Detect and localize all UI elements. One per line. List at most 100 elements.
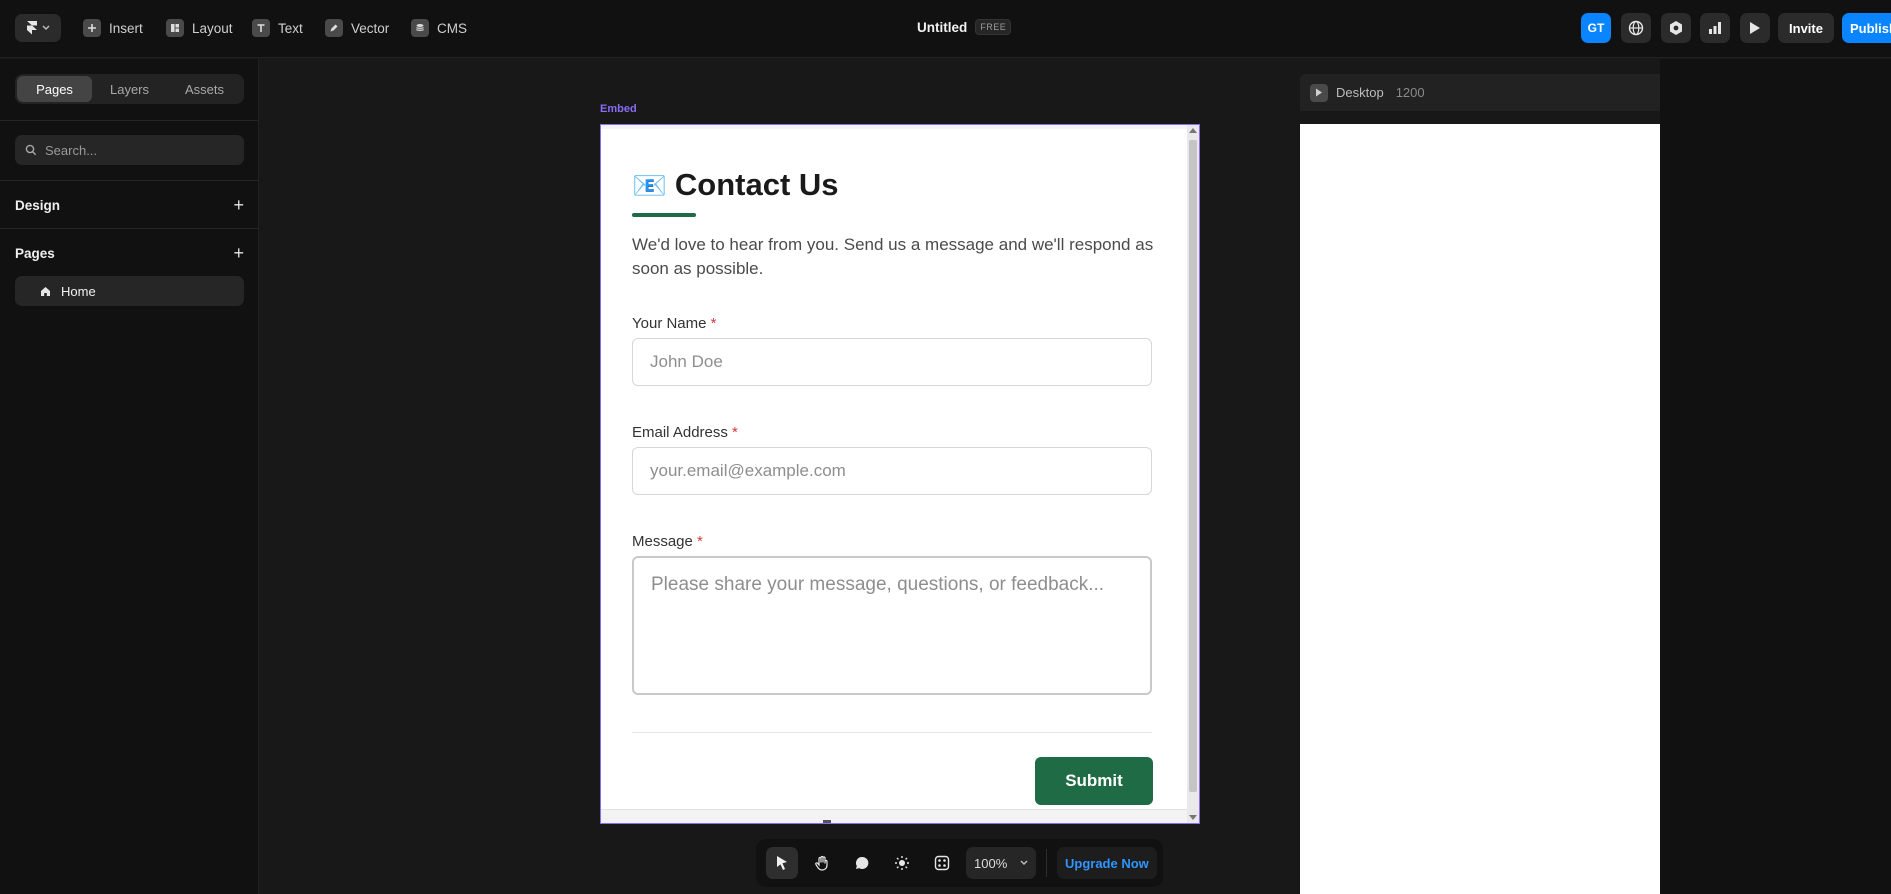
text-button[interactable]: Text: [252, 14, 303, 42]
tab-pages[interactable]: Pages: [17, 76, 92, 102]
page-item-home[interactable]: Home: [15, 276, 244, 306]
divider: [0, 228, 259, 229]
cms-button[interactable]: CMS: [411, 14, 467, 42]
comment-tool-button[interactable]: [846, 847, 878, 879]
message-textarea[interactable]: Please share your message, questions, or…: [632, 556, 1152, 695]
insert-button[interactable]: Insert: [83, 14, 143, 42]
database-icon: [411, 19, 429, 37]
email-field-label: Email Address *: [632, 424, 738, 441]
preview-button[interactable]: [1740, 13, 1770, 43]
search-placeholder: Search...: [45, 142, 98, 158]
search-input[interactable]: Search...: [15, 135, 244, 165]
embed-scrollbar[interactable]: [1187, 125, 1199, 823]
publish-button[interactable]: Publish: [1842, 13, 1891, 43]
project-name: Untitled: [917, 19, 968, 35]
scroll-up-icon[interactable]: [1189, 128, 1197, 133]
sidebar-tabs: Pages Layers Assets: [15, 74, 244, 104]
analytics-button[interactable]: [1700, 13, 1730, 43]
form-title: Contact Us: [674, 167, 839, 202]
title-underline: [632, 213, 696, 217]
desktop-breakpoint-bar[interactable]: Desktop 1200: [1300, 74, 1660, 111]
chevron-down-icon: [42, 25, 50, 31]
toolbar-divider: [1046, 849, 1047, 877]
name-input[interactable]: John Doe: [632, 338, 1152, 386]
sun-icon: [895, 856, 909, 870]
form-description: We'd love to hear from you. Send us a me…: [632, 235, 1154, 278]
divider: [0, 120, 259, 121]
embed-frame-label[interactable]: Embed: [600, 103, 637, 115]
layout-icon: [166, 19, 184, 37]
text-label: Text: [278, 20, 303, 36]
invite-button[interactable]: Invite: [1778, 13, 1834, 43]
text-icon: [252, 19, 270, 37]
email-emoji-icon: 📧: [632, 169, 667, 201]
name-label-text: Your Name: [632, 315, 707, 332]
top-bar: Insert Layout Text Vector CMS Untitled F…: [0, 0, 1891, 58]
insert-label: Insert: [109, 20, 143, 36]
chevron-down-icon: [1020, 860, 1028, 866]
breakpoint-width: 1200: [1395, 85, 1425, 100]
right-panel-background: [1660, 59, 1891, 894]
comment-icon: [855, 856, 869, 869]
zoom-select[interactable]: 100%: [966, 847, 1036, 879]
plan-badge: FREE: [975, 19, 1012, 35]
vector-label: Vector: [351, 20, 390, 36]
vector-button[interactable]: Vector: [325, 14, 389, 42]
form-divider: [632, 732, 1152, 733]
add-design-icon[interactable]: +: [233, 196, 244, 214]
email-placeholder: your.email@example.com: [650, 461, 846, 480]
components-button[interactable]: [926, 847, 958, 879]
scroll-down-icon[interactable]: [1189, 815, 1197, 820]
name-placeholder: John Doe: [650, 352, 723, 371]
form-heading: 📧 Contact Us: [632, 167, 839, 203]
required-mark: *: [732, 424, 738, 441]
required-mark: *: [710, 315, 717, 332]
upgrade-now-button[interactable]: Upgrade Now: [1057, 847, 1157, 879]
gear-icon: [1670, 21, 1682, 35]
footer-icon: [823, 820, 831, 823]
name-field-label: Your Name *: [632, 315, 717, 332]
tab-layers[interactable]: Layers: [92, 76, 167, 102]
divider: [0, 180, 259, 181]
email-input[interactable]: your.email@example.com: [632, 447, 1152, 495]
message-label-text: Message: [632, 533, 693, 550]
embed-footer-strip: [601, 809, 1187, 823]
required-mark: *: [697, 533, 703, 550]
email-label-text: Email Address: [632, 424, 728, 441]
desktop-preview-frame[interactable]: [1300, 124, 1660, 894]
cursor-icon: [777, 856, 787, 870]
play-icon: [1750, 22, 1760, 34]
app-menu-button[interactable]: [15, 14, 61, 42]
design-section-header: Design +: [15, 196, 244, 214]
contact-form-card: 📧 Contact Us We'd love to hear from you.…: [601, 129, 1187, 809]
zoom-value: 100%: [974, 855, 1008, 871]
globe-button[interactable]: [1621, 13, 1651, 43]
hand-icon: [815, 855, 828, 871]
play-icon[interactable]: [1310, 83, 1328, 102]
bottom-toolbar: 100% Upgrade Now: [756, 839, 1163, 887]
message-placeholder: Please share your message, questions, or…: [651, 574, 1105, 595]
design-label: Design: [15, 197, 61, 213]
grid-icon: [934, 855, 950, 871]
layout-label: Layout: [192, 20, 233, 36]
user-avatar[interactable]: GT: [1581, 13, 1611, 43]
pages-section-header: Pages +: [15, 244, 244, 262]
embed-frame[interactable]: 📧 Contact Us We'd love to hear from you.…: [600, 124, 1200, 824]
globe-icon: [1628, 20, 1644, 36]
pen-icon: [325, 19, 343, 37]
theme-toggle-button[interactable]: [886, 847, 918, 879]
plus-icon: [83, 19, 101, 37]
scroll-thumb[interactable]: [1189, 140, 1197, 792]
project-title[interactable]: Untitled FREE: [917, 19, 1012, 35]
select-tool-button[interactable]: [766, 847, 798, 879]
message-field-label: Message *: [632, 533, 703, 550]
hand-tool-button[interactable]: [806, 847, 838, 879]
layout-button[interactable]: Layout: [166, 14, 233, 42]
breakpoint-name: Desktop: [1336, 85, 1384, 100]
pages-label: Pages: [15, 245, 55, 261]
home-icon: [41, 286, 50, 296]
submit-button[interactable]: Submit: [1035, 757, 1153, 805]
add-page-icon[interactable]: +: [233, 244, 244, 262]
tab-assets[interactable]: Assets: [167, 76, 242, 102]
settings-button[interactable]: [1661, 13, 1691, 43]
